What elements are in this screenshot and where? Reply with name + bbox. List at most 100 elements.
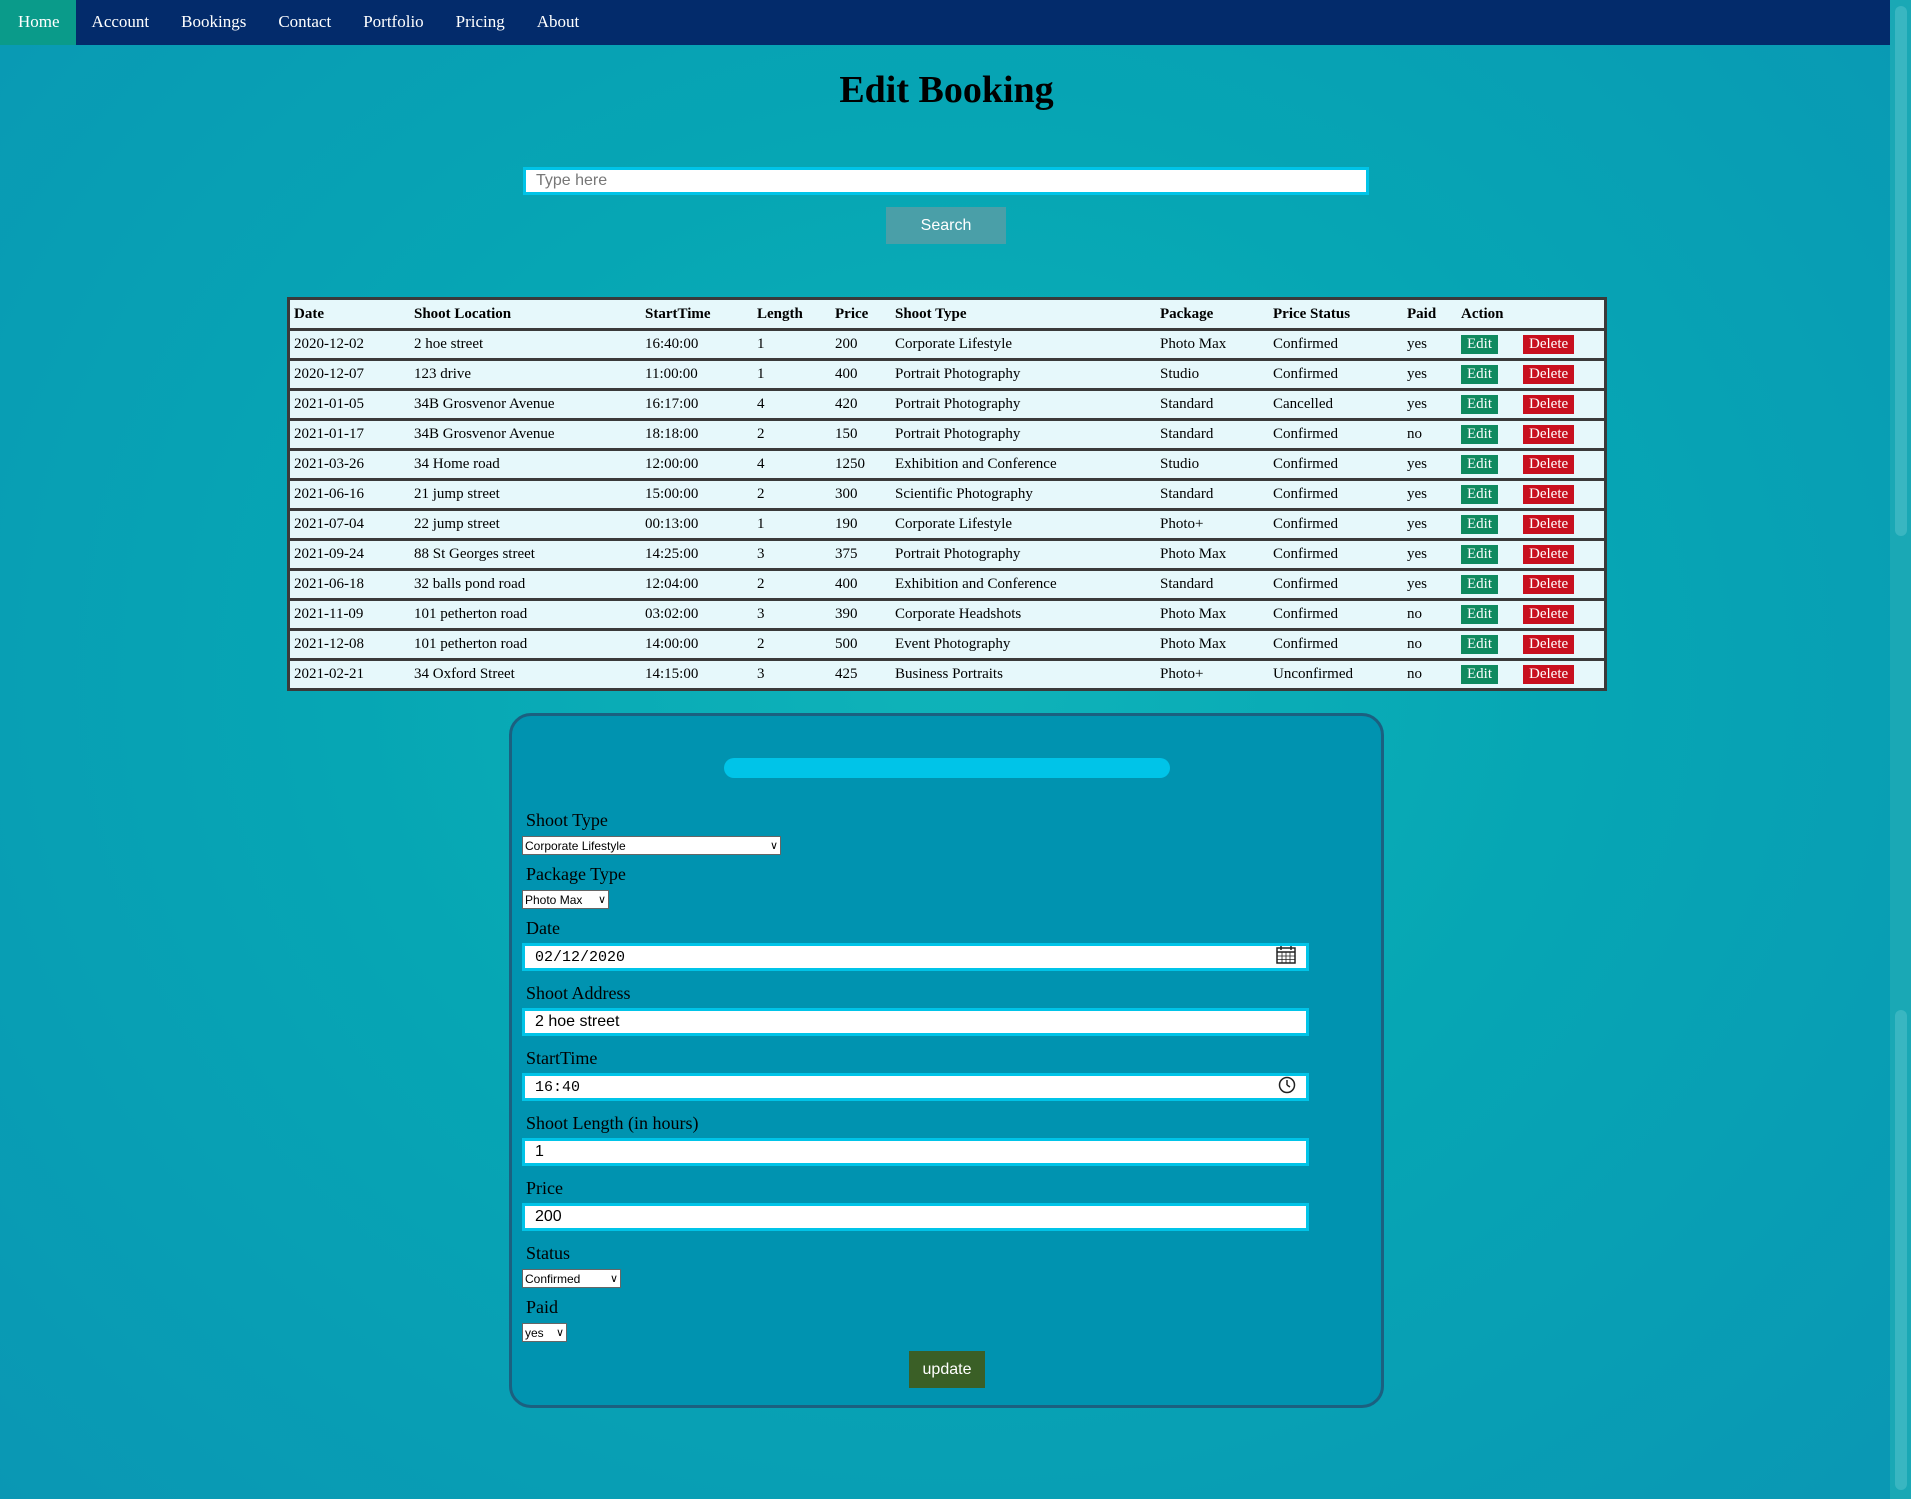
delete-button[interactable]: Delete [1523, 365, 1575, 384]
delete-button[interactable]: Delete [1523, 665, 1575, 684]
nav-pricing[interactable]: Pricing [440, 0, 521, 45]
edit-button[interactable]: Edit [1461, 455, 1498, 474]
delete-button[interactable]: Delete [1523, 455, 1575, 474]
page-scrollbar[interactable] [1890, 0, 1911, 1499]
status-value: Confirmed [525, 1271, 581, 1286]
edit-button[interactable]: Edit [1461, 395, 1498, 414]
edit-button[interactable]: Edit [1461, 575, 1498, 594]
delete-button[interactable]: Delete [1523, 545, 1575, 564]
price-field[interactable]: 200 [522, 1203, 1309, 1231]
status-select[interactable]: Confirmed ∨ [522, 1269, 621, 1288]
cell-price: 200 [831, 329, 891, 361]
table-row: 2021-11-09 101 petherton road 03:02:00 3 390… [288, 599, 1606, 631]
delete-button[interactable]: Delete [1523, 515, 1575, 534]
cell-length: 1 [753, 509, 831, 541]
delete-button[interactable]: Delete [1523, 425, 1575, 444]
cell-date: 2021-06-18 [288, 569, 410, 601]
cell-package: Photo Max [1156, 629, 1269, 661]
search-input[interactable] [523, 167, 1369, 195]
delete-button[interactable]: Delete [1523, 485, 1575, 504]
delete-button[interactable]: Delete [1523, 335, 1575, 354]
edit-button[interactable]: Edit [1461, 425, 1498, 444]
cell-paid: no [1403, 419, 1457, 451]
cell-length: 3 [753, 599, 831, 631]
header-date: Date [288, 298, 410, 331]
cell-start-time: 14:15:00 [645, 666, 699, 682]
delete-button[interactable]: Delete [1523, 605, 1575, 624]
shoot-type-label: Shoot Type [526, 810, 608, 830]
edit-button[interactable]: Edit [1461, 515, 1498, 534]
scrollbar-thumb-lower[interactable] [1895, 1010, 1907, 1490]
cell-length: 2 [753, 569, 831, 601]
cell-price: 400 [831, 569, 891, 601]
cell-start-time: 16:40:00 [641, 329, 753, 361]
header-price-status: Price Status [1269, 298, 1403, 331]
cell-length: 3 [757, 666, 765, 682]
cell-start-time: 18:18:00 [641, 419, 753, 451]
search-button[interactable]: Search [886, 207, 1006, 244]
table-row: 2021-03-26 34 Home road 12:00:00 4 1250 Exhib… [288, 449, 1606, 481]
nav-account[interactable]: Account [76, 0, 166, 45]
shoot-type-select[interactable]: Corporate Lifestyle ∨ [522, 836, 781, 855]
cell-start-time: 12:04:00 [641, 569, 753, 601]
table-row: 2020-12-07 123 drive 11:00:00 1 400 Portrait … [288, 359, 1606, 391]
edit-button[interactable]: Edit [1461, 365, 1498, 384]
cell-action-edit: Edit [1457, 479, 1519, 511]
shoot-address-field[interactable]: 2 hoe street [522, 1008, 1309, 1036]
date-field[interactable]: 02/12/2020 [522, 943, 1309, 971]
cell-price-status: Confirmed [1269, 449, 1403, 481]
cell-shoot-type: Exhibition and Conference [891, 569, 1156, 601]
nav-portfolio[interactable]: Portfolio [347, 0, 439, 45]
header-package: Package [1156, 298, 1269, 331]
nav-about[interactable]: About [521, 0, 596, 45]
nav-bookings[interactable]: Bookings [165, 0, 262, 45]
page-title: Edit Booking [839, 69, 1054, 111]
edit-button[interactable]: Edit [1461, 605, 1498, 624]
edit-button[interactable]: Edit [1461, 665, 1498, 684]
date-label: Date [526, 918, 560, 938]
delete-button[interactable]: Delete [1523, 635, 1575, 654]
chevron-down-icon: ∨ [769, 840, 778, 852]
cell-date: 2021-01-17 [288, 419, 410, 451]
edit-button[interactable]: Edit [1461, 545, 1498, 564]
cell-start-time: 03:02:00 [641, 599, 753, 631]
cell-action-delete: Delete [1519, 539, 1606, 571]
paid-select[interactable]: yes ∨ [522, 1323, 567, 1342]
cell-paid: yes [1403, 569, 1457, 601]
cell-action-delete: Delete [1519, 479, 1606, 511]
shoot-length-field[interactable]: 1 [522, 1138, 1309, 1166]
cell-shoot-location: 34B Grosvenor Avenue [410, 419, 641, 451]
delete-button[interactable]: Delete [1523, 575, 1575, 594]
clock-icon[interactable] [1278, 1076, 1296, 1099]
scrollbar-thumb[interactable] [1895, 6, 1907, 536]
update-button[interactable]: update [909, 1351, 985, 1388]
cell-date: 2020-12-07 [288, 359, 410, 391]
paid-value: yes [525, 1325, 544, 1340]
cell-price-status: Confirmed [1269, 599, 1403, 631]
cell-shoot-type: Exhibition and Conference [891, 449, 1156, 481]
cell-package: Photo Max [1156, 599, 1269, 631]
nav-contact[interactable]: Contact [262, 0, 347, 45]
cell-paid: yes [1403, 449, 1457, 481]
cell-action-delete: Delete [1519, 359, 1606, 391]
cell-date: 2021-06-16 [288, 479, 410, 511]
edit-booking-form: Shoot Type Corporate Lifestyle ∨ Package… [509, 713, 1384, 1408]
cell-paid: no [1403, 629, 1457, 661]
edit-button[interactable]: Edit [1461, 335, 1498, 354]
delete-button[interactable]: Delete [1523, 395, 1575, 414]
header-blank [1519, 298, 1606, 331]
cell-shoot-location: 21 jump street [410, 479, 641, 511]
cell-shoot-type: Portrait Photography [891, 419, 1156, 451]
calendar-icon[interactable] [1276, 945, 1296, 969]
nav-home[interactable]: Home [0, 0, 76, 45]
cell-shoot-type: Corporate Headshots [891, 599, 1156, 631]
start-time-field[interactable]: 16:40 [522, 1073, 1309, 1101]
edit-button[interactable]: Edit [1461, 485, 1498, 504]
cell-shoot-location: 123 drive [410, 359, 641, 391]
package-type-select[interactable]: Photo Max ∨ [522, 890, 609, 909]
cell-price: 1250 [831, 449, 891, 481]
shoot-address-value: 2 hoe street [535, 1013, 620, 1030]
edit-button[interactable]: Edit [1461, 635, 1498, 654]
cell-shoot-type: Portrait Photography [891, 539, 1156, 571]
cell-length: 3 [753, 539, 831, 571]
